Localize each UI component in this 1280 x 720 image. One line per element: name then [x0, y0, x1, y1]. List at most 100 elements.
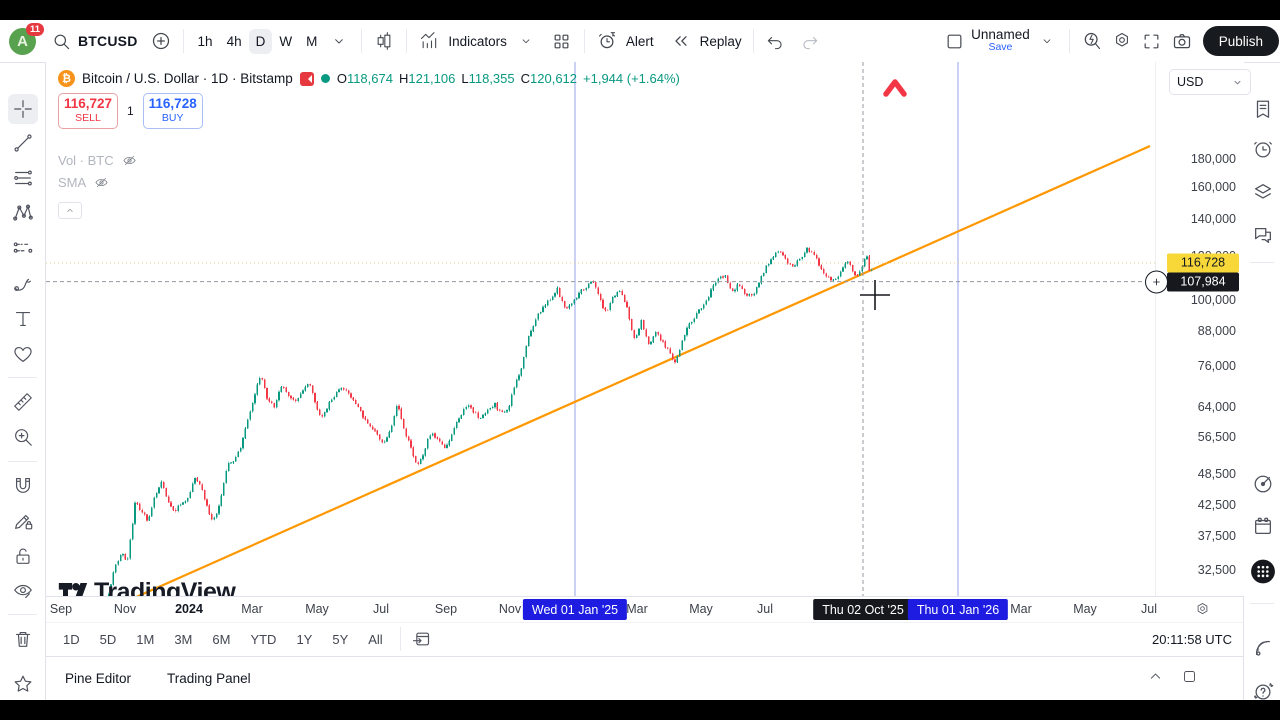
legend-collapse-button[interactable] [58, 202, 82, 219]
layout-icon[interactable] [939, 26, 969, 56]
lock-drawings-tool[interactable] [8, 541, 38, 571]
brush-tool[interactable] [8, 269, 38, 299]
interval-chevron-icon[interactable] [324, 26, 354, 56]
chart-canvas[interactable]: ₿ Bitcoin / U.S. Dollar · 1D · Bitstamp … [46, 62, 1155, 596]
price-badge-yellow: 116,728 [1167, 253, 1239, 272]
axis-settings-gear-icon[interactable] [1194, 601, 1211, 623]
user-avatar[interactable]: A 11 [9, 28, 36, 55]
toolbar-divider [584, 29, 585, 53]
text-tool[interactable] [8, 304, 38, 334]
toolbar-divider [406, 29, 407, 53]
panel-maximize-icon[interactable] [1182, 669, 1197, 684]
watchlist-icon[interactable] [1250, 96, 1276, 122]
save-button[interactable]: Save [988, 41, 1012, 54]
interval-W[interactable]: W [272, 29, 299, 54]
redo-icon[interactable] [795, 26, 825, 56]
crosshair-tool[interactable] [8, 94, 38, 124]
currency-selector[interactable]: USD [1169, 69, 1251, 95]
symbol-name[interactable]: BTCUSD [78, 33, 138, 49]
tab-pine-editor[interactable]: Pine Editor [65, 671, 131, 686]
range-1D[interactable]: 1D [56, 628, 87, 651]
range-5Y[interactable]: 5Y [325, 628, 355, 651]
layout-name-block[interactable]: Unnamed Save [971, 28, 1030, 54]
remove-drawings-tool[interactable] [8, 624, 38, 654]
sell-button[interactable]: 116,727 SELL [58, 93, 118, 129]
range-3M[interactable]: 3M [167, 628, 199, 651]
replay-icon[interactable] [666, 26, 696, 56]
symbol-search-icon[interactable] [46, 26, 76, 56]
add-alert-plus-button[interactable] [1145, 270, 1168, 293]
alert-button[interactable]: Alert [626, 34, 654, 49]
undo-icon[interactable] [761, 26, 791, 56]
time-tick: Nov [114, 602, 136, 616]
interval-switcher: 1h4hDWM [191, 29, 325, 54]
interval-1h[interactable]: 1h [191, 29, 220, 54]
pattern-xabcd-tool[interactable] [8, 198, 38, 228]
compare-add-icon[interactable] [146, 26, 176, 56]
interval-D[interactable]: D [249, 29, 273, 54]
measure-ruler-tool[interactable] [8, 387, 38, 417]
quick-search-icon[interactable] [1077, 26, 1107, 56]
fullscreen-icon[interactable] [1137, 26, 1167, 56]
range-5D[interactable]: 5D [93, 628, 124, 651]
zoom-in-tool[interactable] [8, 422, 38, 452]
clock-utc[interactable]: 20:11:58 UTC [1152, 632, 1232, 647]
buy-button[interactable]: 116,728 BUY [143, 93, 203, 129]
chat-icon[interactable] [1250, 222, 1276, 248]
streams-signal-icon[interactable] [1250, 635, 1276, 661]
hide-drawings-tool[interactable] [8, 576, 38, 606]
tab-trading-panel[interactable]: Trading Panel [167, 671, 251, 686]
drawing-mode-tool[interactable] [8, 506, 38, 536]
volume-legend-row[interactable]: Vol · BTC [58, 153, 138, 168]
indicators-button[interactable]: Indicators [448, 34, 507, 49]
range-YTD[interactable]: YTD [243, 628, 283, 651]
range-1M[interactable]: 1M [129, 628, 161, 651]
time-tick: Sep [50, 602, 72, 616]
settings-gear-icon[interactable] [1107, 26, 1137, 56]
ideas-target-icon[interactable] [1250, 471, 1276, 497]
alert-icon[interactable] [592, 26, 622, 56]
order-quantity[interactable]: 1 [127, 104, 134, 118]
trend-line-tool[interactable] [8, 128, 38, 158]
indicators-icon[interactable] [414, 26, 444, 56]
eye-hidden-icon[interactable] [121, 153, 138, 168]
price-tick: 48,500 [1198, 467, 1236, 481]
alerts-clock-icon[interactable] [1250, 136, 1276, 162]
tradingview-logo [58, 581, 88, 597]
time-axis[interactable]: SepNov2024MarMayJulSepNovMarMayJulMarMay… [46, 596, 1243, 623]
chart-title[interactable]: Bitcoin / U.S. Dollar · 1D · Bitstamp [82, 71, 293, 86]
interval-4h[interactable]: 4h [220, 29, 249, 54]
help-icon[interactable] [1250, 679, 1276, 705]
range-1Y[interactable]: 1Y [289, 628, 319, 651]
magnet-tool[interactable] [8, 470, 38, 500]
snapshot-camera-icon[interactable] [1167, 26, 1197, 56]
eye-hidden-icon[interactable] [93, 175, 110, 190]
replay-button[interactable]: Replay [700, 34, 742, 49]
fib-lines-tool[interactable] [8, 163, 38, 193]
projection-tool[interactable] [8, 233, 38, 263]
exchange-icon [300, 72, 314, 86]
range-6M[interactable]: 6M [205, 628, 237, 651]
toolbar-divider [753, 29, 754, 53]
emoji-heart-tool[interactable] [8, 339, 38, 369]
publish-button[interactable]: Publish [1203, 26, 1279, 56]
indicator-templates-icon[interactable] [547, 26, 577, 56]
toolbar-divider [8, 377, 37, 378]
indicators-chevron-icon[interactable] [511, 26, 541, 56]
dom-layers-icon[interactable] [1250, 179, 1276, 205]
trend-line-drawing[interactable] [85, 146, 1150, 596]
range-All[interactable]: All [361, 628, 389, 651]
calendar-icon[interactable] [1250, 513, 1276, 539]
chart-style-icon[interactable] [369, 26, 399, 56]
red-marker-icon[interactable] [886, 82, 904, 94]
panel-expand-chevron-icon[interactable] [1147, 669, 1164, 684]
layout-chevron-icon[interactable] [1032, 26, 1062, 56]
sma-legend-row[interactable]: SMA [58, 175, 110, 190]
price-tick: 42,500 [1198, 498, 1236, 512]
apps-grid-icon[interactable] [1250, 558, 1276, 584]
favorites-star-tool[interactable] [8, 669, 38, 699]
go-to-date-icon[interactable] [411, 629, 431, 649]
price-axis[interactable]: USD 180,000160,000140,000120,000100,0008… [1155, 62, 1244, 596]
interval-M[interactable]: M [299, 29, 324, 54]
toolbar-divider [8, 614, 37, 615]
